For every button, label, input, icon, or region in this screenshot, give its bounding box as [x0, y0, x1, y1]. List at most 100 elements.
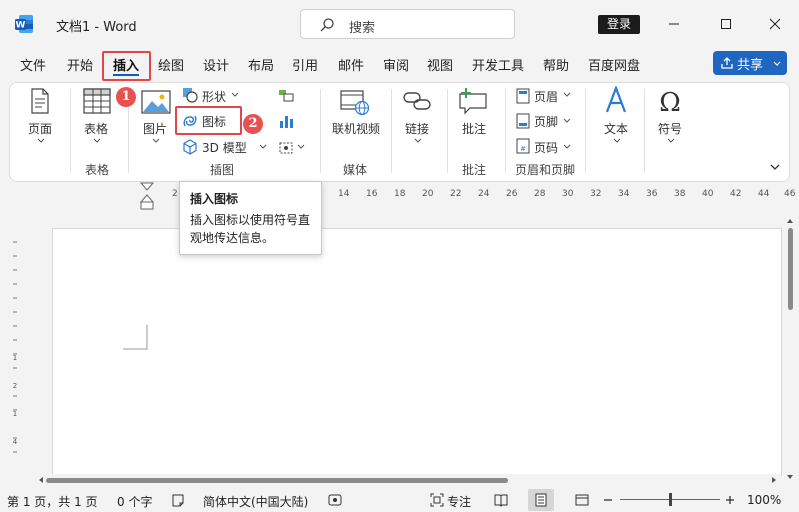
chevron-down-icon	[563, 118, 571, 123]
zoom-slider-thumb[interactable]	[669, 493, 672, 506]
scroll-up-icon[interactable]	[783, 216, 797, 226]
pictures-label: 图片	[143, 122, 168, 136]
tab-file[interactable]: 文件	[20, 55, 46, 74]
web-layout-icon[interactable]	[575, 493, 589, 507]
page-number-icon: #	[516, 138, 530, 154]
page-count[interactable]: 第 1 页，共 1 页	[7, 493, 98, 510]
ruler-tick: 34	[618, 189, 630, 199]
vertical-scrollbar[interactable]	[783, 214, 797, 484]
tab-review[interactable]: 审阅	[383, 55, 409, 74]
scroll-down-icon[interactable]	[783, 472, 797, 482]
zoom-in-icon[interactable]	[724, 494, 736, 506]
tooltip-body: 插入图标以使用符号直观地传达信息。	[190, 213, 311, 245]
group-divider	[320, 89, 321, 173]
search-box[interactable]: 搜索	[300, 9, 515, 39]
group-divider	[70, 89, 71, 173]
horizontal-scrollbar[interactable]	[36, 474, 781, 486]
horizontal-scroll-thumb[interactable]	[46, 478, 508, 483]
search-icon	[320, 18, 334, 32]
ruler-tick: 32	[590, 189, 602, 199]
tab-developer[interactable]: 开发工具	[472, 55, 524, 74]
vertical-scroll-thumb[interactable]	[788, 228, 793, 310]
ruler-tick: 24	[478, 189, 490, 199]
media-group-label: 媒体	[343, 163, 368, 177]
scroll-left-icon[interactable]	[36, 474, 46, 486]
pages-label: 页面	[28, 122, 53, 136]
tab-mailings[interactable]: 邮件	[338, 55, 364, 74]
read-mode-icon[interactable]	[494, 493, 508, 507]
header-icon	[516, 88, 530, 104]
group-divider	[644, 89, 645, 173]
login-button[interactable]: 登录	[598, 15, 640, 34]
table-icon	[83, 88, 111, 114]
document-page[interactable]	[52, 228, 782, 476]
zoom-out-icon[interactable]	[602, 494, 614, 506]
tab-view[interactable]: 视图	[427, 55, 453, 74]
omega-icon: Ω	[659, 88, 681, 115]
word-count[interactable]: 0 个字	[117, 493, 152, 510]
close-icon[interactable]	[761, 10, 789, 38]
share-icon	[721, 57, 733, 69]
minimize-icon[interactable]	[660, 10, 688, 38]
group-divider	[447, 89, 448, 173]
language-status[interactable]: 简体中文(中国大陆)	[203, 493, 308, 510]
chart-icon[interactable]	[278, 113, 294, 129]
tab-references[interactable]: 引用	[292, 55, 318, 74]
tab-draw[interactable]: 绘图	[158, 55, 184, 74]
ruler-tick: 44	[758, 189, 770, 199]
search-placeholder: 搜索	[349, 21, 376, 36]
links-label: 链接	[405, 122, 430, 136]
svg-text:#: #	[520, 145, 526, 153]
header-label: 页眉	[534, 90, 559, 104]
screenshot-icon[interactable]	[278, 139, 294, 155]
group-divider	[585, 89, 586, 173]
margin-corner-mark	[123, 325, 148, 350]
share-label: 共享	[737, 58, 764, 73]
ruler-tick: 38	[674, 189, 686, 199]
online-video-label: 联机视频	[332, 122, 381, 136]
tab-design[interactable]: 设计	[203, 55, 229, 74]
smartart-icon[interactable]	[278, 89, 294, 103]
tab-layout[interactable]: 布局	[248, 55, 274, 74]
ruler-tick: 28	[534, 189, 546, 199]
zoom-level[interactable]: 100%	[747, 493, 781, 507]
ruler-tick: 36	[646, 189, 658, 199]
chevron-down-icon	[297, 144, 305, 149]
chevron-down-icon	[231, 92, 239, 97]
vertical-ruler: 1 2 1 4	[13, 241, 18, 453]
chevron-down-icon	[93, 138, 101, 143]
ruler-tick: 42	[730, 189, 742, 199]
text-label: 文本	[604, 122, 629, 136]
chevron-down-icon	[563, 92, 571, 97]
window-title: 文档1 - Word	[56, 20, 137, 35]
step-badge-2: 2	[243, 114, 263, 134]
svg-text:Ω: Ω	[659, 88, 681, 115]
focus-icon[interactable]	[430, 493, 444, 507]
insert-tab-highlight	[102, 51, 151, 81]
focus-label[interactable]: 专注	[447, 493, 471, 510]
header-footer-group-label: 页眉和页脚	[515, 163, 576, 177]
tables-group-label: 表格	[85, 163, 110, 177]
svg-text:W: W	[16, 21, 26, 31]
ruler-tick: 20	[422, 189, 434, 199]
ribbon-collapse-icon[interactable]	[769, 163, 781, 171]
indent-marker-icon[interactable]	[140, 182, 154, 210]
proofing-icon[interactable]	[171, 493, 185, 507]
step-badge-1: 1	[116, 87, 136, 107]
scroll-right-icon[interactable]	[769, 474, 779, 486]
tab-baidu-netdisk[interactable]: 百度网盘	[588, 55, 640, 74]
chevron-down-icon	[667, 138, 675, 143]
share-button[interactable]: 共享	[713, 51, 787, 75]
maximize-icon[interactable]	[712, 10, 740, 38]
chevron-down-icon	[773, 61, 781, 66]
link-icon	[403, 92, 431, 110]
shapes-icon	[183, 88, 198, 103]
online-video-icon	[340, 90, 370, 116]
tab-help[interactable]: 帮助	[543, 55, 569, 74]
vruler-tick: 4	[13, 438, 18, 446]
print-layout-icon[interactable]	[534, 493, 548, 507]
table-label: 表格	[84, 122, 109, 136]
tab-home[interactable]: 开始	[67, 55, 93, 74]
group-divider	[505, 89, 506, 173]
accessibility-icon[interactable]	[328, 493, 342, 507]
